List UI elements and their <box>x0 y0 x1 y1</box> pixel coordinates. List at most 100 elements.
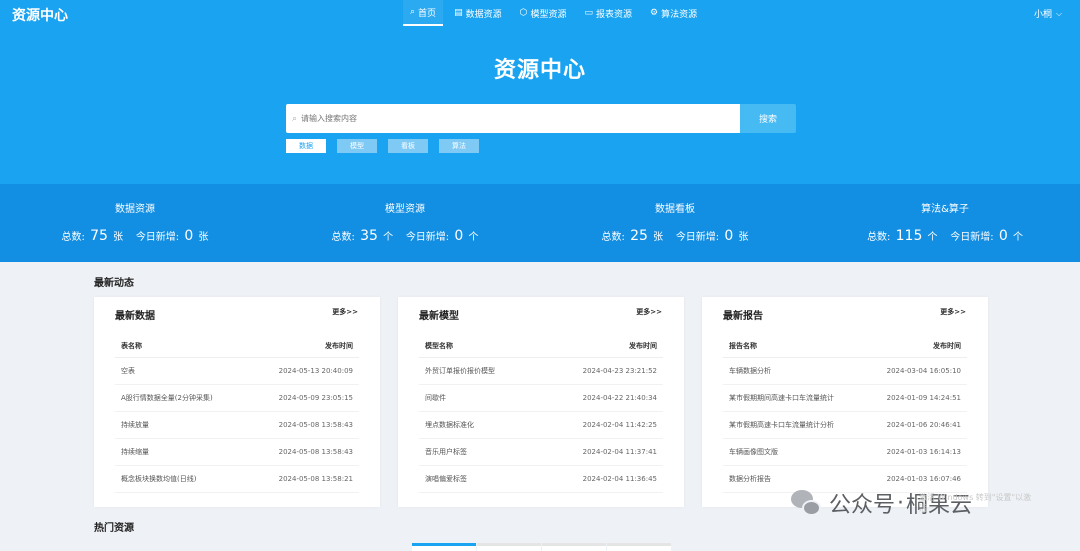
table-row[interactable]: 外贸订单报价报价模型 2024-04-23 23:21:52 <box>419 358 663 385</box>
table-row[interactable]: 车辆数据分析 2024-03-04 16:05:10 <box>723 358 967 385</box>
stat-new-unit: 张 <box>738 232 749 243</box>
row-name[interactable]: 音乐用户标签 <box>425 447 467 457</box>
table-row[interactable]: 空表 2024-05-13 20:40:09 <box>115 358 359 385</box>
filter-algorithm[interactable]: 算法 <box>439 139 479 153</box>
table-header: 模型名称 发布时间 <box>419 335 663 358</box>
more-link[interactable]: 更多>> <box>332 307 358 317</box>
row-time: 2024-02-04 11:37:41 <box>582 448 657 456</box>
filter-dashboard[interactable]: 看板 <box>388 139 428 153</box>
stat-data-resources[interactable]: 数据资源 总数: 75 张 今日新增: 0 张 <box>0 184 270 262</box>
row-name[interactable]: 车辆数据分析 <box>729 366 771 376</box>
row-name[interactable]: 某市假期期间高速卡口车流量统计 <box>729 393 834 403</box>
row-time: 2024-01-03 16:14:13 <box>886 448 961 456</box>
row-name[interactable]: 概念板块换数均值(日线) <box>121 474 196 484</box>
watermark-gzh: 公众号 <box>829 493 896 518</box>
search-button[interactable]: 搜索 <box>740 104 796 133</box>
nav-algorithm-resources[interactable]: ⚙ 算法资源 <box>643 0 704 26</box>
table-row[interactable]: 某市假期高速卡口车流量统计分析 2024-01-06 20:46:41 <box>723 412 967 439</box>
filter-model[interactable]: 模型 <box>337 139 377 153</box>
col-name: 报告名称 <box>729 342 757 350</box>
table-row[interactable]: 间歇件 2024-04-22 21:40:34 <box>419 385 663 412</box>
more-link[interactable]: 更多>> <box>636 307 662 317</box>
user-menu[interactable]: 小桐 ⌵ <box>1034 7 1062 21</box>
nav-report-label: 报表资源 <box>595 9 632 20</box>
activation-notice: 激活 Windows 转到"设置"以激活 <box>919 493 1032 513</box>
search-filters: 数据 模型 看板 算法 <box>286 139 490 153</box>
row-time: 2024-05-08 13:58:21 <box>278 475 353 483</box>
stat-model-resources[interactable]: 模型资源 总数: 35 个 今日新增: 0 个 <box>270 184 540 262</box>
nav-model-resources[interactable]: ⬡ 模型资源 <box>513 0 574 26</box>
stat-new: 0 <box>998 228 1008 244</box>
stat-line: 总数: 25 张 今日新增: 0 张 <box>540 228 810 244</box>
nav-home[interactable]: ⌕ 首页 <box>403 0 444 26</box>
stat-total-unit: 张 <box>653 232 664 243</box>
row-name[interactable]: 持续放量 <box>121 420 149 430</box>
stat-new: 0 <box>724 228 734 244</box>
row-name[interactable]: A股行情数据全量(2分钟采集) <box>121 393 213 403</box>
filter-data[interactable]: 数据 <box>286 139 326 153</box>
row-name[interactable]: 持续缩量 <box>121 447 149 457</box>
stats-band: 数据资源 总数: 75 张 今日新增: 0 张 模型资源 总数: 35 个 今日… <box>0 184 1080 262</box>
table-row[interactable]: 埋点数据标准化 2024-02-04 11:42:25 <box>419 412 663 439</box>
stat-algorithms[interactable]: 算法&算子 总数: 115 个 今日新增: 0 个 <box>810 184 1080 262</box>
model-table: 模型名称 发布时间 外贸订单报价报价模型 2024-04-23 23:21:52 … <box>419 335 663 493</box>
table-row[interactable]: 演唱偏爱标签 2024-02-04 11:36:45 <box>419 466 663 493</box>
row-name[interactable]: 空表 <box>121 366 135 376</box>
col-name: 表名称 <box>121 342 142 350</box>
app-logo[interactable]: 资源中心 <box>12 5 68 25</box>
stat-total: 25 <box>630 228 648 244</box>
stat-line: 总数: 75 张 今日新增: 0 张 <box>0 228 270 244</box>
table-row[interactable]: 音乐用户标签 2024-02-04 11:37:41 <box>419 439 663 466</box>
card-latest-models: 最新模型 更多>> 模型名称 发布时间 外贸订单报价报价模型 2024-04-23… <box>398 297 684 507</box>
search-box[interactable]: ⌕ <box>286 104 740 133</box>
card-title: 最新模型 <box>419 311 459 322</box>
nav-data-resources[interactable]: ▤ 数据资源 <box>447 0 509 26</box>
hot-tab[interactable] <box>412 543 476 551</box>
hot-tab[interactable] <box>477 543 541 551</box>
table-row[interactable]: 持续放量 2024-05-08 13:58:43 <box>115 412 359 439</box>
row-time: 2024-05-08 13:58:43 <box>278 448 353 456</box>
hot-tab[interactable] <box>542 543 606 551</box>
col-time: 发布时间 <box>325 342 353 350</box>
row-time: 2024-01-06 20:46:41 <box>886 421 961 429</box>
stat-new-unit: 个 <box>1012 232 1023 243</box>
stat-data-dashboards[interactable]: 数据看板 总数: 25 张 今日新增: 0 张 <box>540 184 810 262</box>
stat-total-label: 总数: <box>61 232 85 243</box>
watermark: 公众号 · 桐果云 激活 Windows 转到"设置"以激活 <box>789 486 1031 520</box>
stat-new-label: 今日新增: <box>135 232 180 243</box>
row-time: 2024-03-04 16:05:10 <box>886 367 961 375</box>
stat-total-label: 总数: <box>867 232 891 243</box>
table-row[interactable]: 某市假期期间高速卡口车流量统计 2024-01-09 14:24:51 <box>723 385 967 412</box>
row-name[interactable]: 外贸订单报价报价模型 <box>425 366 495 376</box>
table-row[interactable]: 车辆画像图文版 2024-01-03 16:14:13 <box>723 439 967 466</box>
row-name[interactable]: 车辆画像图文版 <box>729 447 778 457</box>
row-name[interactable]: 间歇件 <box>425 393 446 403</box>
col-time: 发布时间 <box>629 342 657 350</box>
table-row[interactable]: 持续缩量 2024-05-08 13:58:43 <box>115 439 359 466</box>
table-row[interactable]: A股行情数据全量(2分钟采集) 2024-05-09 23:05:15 <box>115 385 359 412</box>
nav-home-label: 首页 <box>418 8 437 19</box>
row-time: 2024-05-09 23:05:15 <box>278 394 353 402</box>
stat-new: 0 <box>184 228 194 244</box>
nav-data-label: 数据资源 <box>465 9 502 20</box>
row-name[interactable]: 埋点数据标准化 <box>425 420 474 430</box>
report-table: 报告名称 发布时间 车辆数据分析 2024-03-04 16:05:10 某市假期… <box>723 335 967 493</box>
row-time: 2024-02-04 11:42:25 <box>582 421 657 429</box>
table-row[interactable]: 概念板块换数均值(日线) 2024-05-08 13:58:21 <box>115 466 359 493</box>
row-name[interactable]: 数据分析报告 <box>729 474 771 484</box>
row-time: 2024-05-08 13:58:43 <box>278 421 353 429</box>
card-title: 最新报告 <box>723 311 763 322</box>
row-name[interactable]: 演唱偏爱标签 <box>425 474 467 484</box>
stat-label: 数据资源 <box>115 204 155 215</box>
stat-total-unit: 个 <box>927 232 938 243</box>
table-icon: ▤ <box>454 8 463 18</box>
more-link[interactable]: 更多>> <box>940 307 966 317</box>
stat-total-label: 总数: <box>331 232 355 243</box>
search-input[interactable] <box>301 114 702 123</box>
hero-banner: 资源中心 ⌕ 首页 ▤ 数据资源 ⬡ 模型资源 ▭ 报表资源 ⚙ 算法资源 小桐… <box>0 0 1080 184</box>
hot-tab[interactable] <box>607 543 671 551</box>
stat-total-label: 总数: <box>601 232 625 243</box>
card-latest-data: 最新数据 更多>> 表名称 发布时间 空表 2024-05-13 20:40:09… <box>94 297 380 507</box>
nav-report-resources[interactable]: ▭ 报表资源 <box>577 0 639 26</box>
row-name[interactable]: 某市假期高速卡口车流量统计分析 <box>729 420 834 430</box>
